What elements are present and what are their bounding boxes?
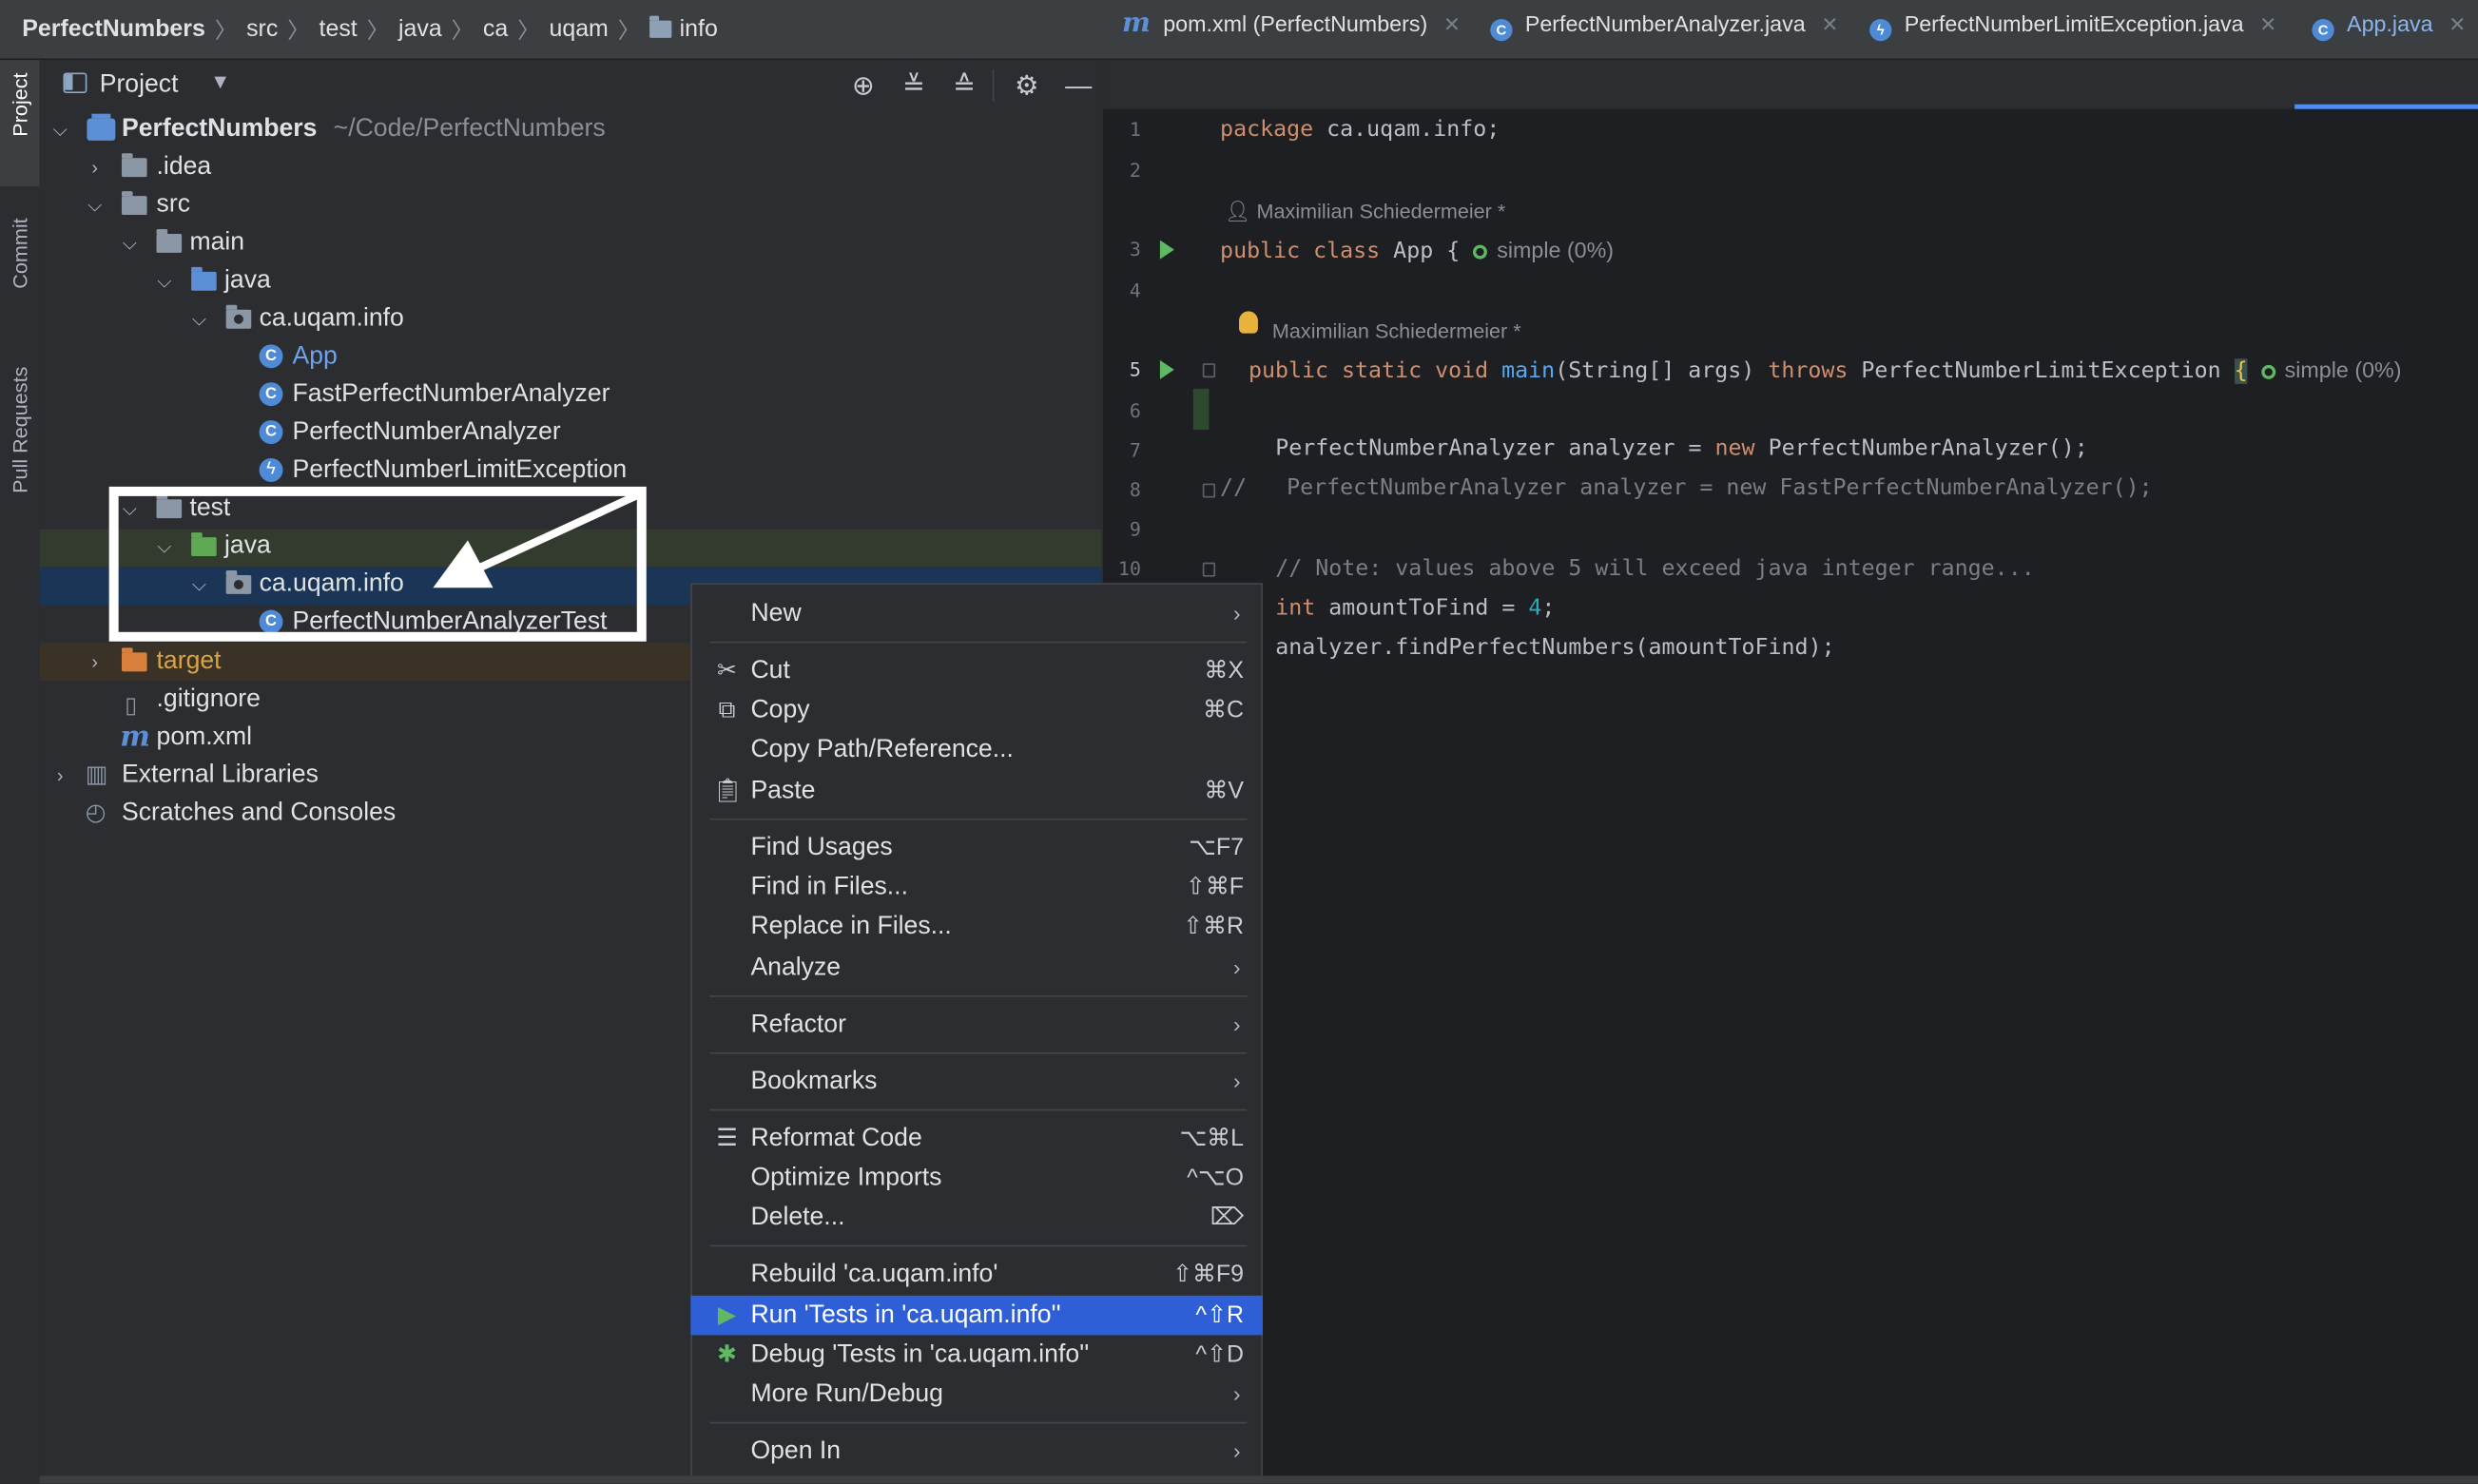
- menu-divider: [709, 1244, 1248, 1247]
- code-line-8: // PerfectNumberAnalyzer analyzer = new …: [1220, 475, 2153, 501]
- chevron-right-icon: ›: [1232, 954, 1241, 980]
- code-line-3: public class App { simple (0%): [1220, 237, 1615, 264]
- menu-divider: [709, 641, 1248, 644]
- bug-icon: ✱: [717, 1341, 737, 1369]
- close-icon[interactable]: ✕: [1821, 12, 1838, 36]
- tab-limit-exception[interactable]: ϟ PerfectNumberLimitException.java ✕: [1869, 0, 2276, 49]
- menu-item-copy[interactable]: ⧉ Copy ⌘C: [690, 690, 1263, 730]
- menu-item-find-usages[interactable]: Find Usages ⌥F7: [690, 828, 1263, 868]
- menu-item-delete[interactable]: Delete... ⌦: [690, 1198, 1263, 1238]
- menu-item-run-tests[interactable]: ▶ Run 'Tests in 'ca.uqam.info'' ^⇧R: [690, 1295, 1263, 1336]
- menu-divider: [709, 1051, 1248, 1054]
- fold-icon[interactable]: [1202, 483, 1216, 498]
- menu-item-reformat-code[interactable]: ☰ Reformat Code ⌥⌘L: [690, 1119, 1263, 1159]
- line-number: 5: [1129, 358, 1141, 381]
- line-number: 7: [1129, 439, 1141, 462]
- author-hint: Maximilian Schiedermeier *: [1271, 318, 1521, 343]
- menu-item-replace-in-files[interactable]: Replace in Files... ⇧⌘R: [690, 907, 1263, 947]
- class-icon: C: [2312, 18, 2334, 42]
- menu-item-analyze[interactable]: Analyze ›: [690, 948, 1263, 988]
- code-line-12: analyzer.findPerfectNumbers(amountToFind…: [1275, 635, 1835, 661]
- active-tab-indicator: [2294, 104, 2478, 109]
- author-hint: 👤︎ Maximilian Schiedermeier *: [1225, 199, 1506, 223]
- coverage-icon: [1473, 244, 1488, 260]
- line-number: 1: [1129, 118, 1141, 141]
- status-edge: [39, 1475, 2478, 1484]
- lightbulb-icon[interactable]: [1239, 311, 1258, 334]
- maven-icon: m: [1122, 8, 1151, 40]
- code-line-11: int amountToFind = 4;: [1275, 595, 1556, 622]
- menu-item-bookmarks[interactable]: Bookmarks ›: [690, 1062, 1263, 1102]
- menu-item-more-run-debug[interactable]: More Run/Debug ›: [690, 1375, 1263, 1415]
- tab-perfect-number-analyzer[interactable]: C PerfectNumberAnalyzer.java ✕: [1490, 0, 1838, 49]
- menu-divider: [709, 1108, 1248, 1111]
- menu-divider: [709, 1421, 1248, 1424]
- exception-icon: ϟ: [1869, 18, 1892, 42]
- menu-item-new[interactable]: New ›: [690, 594, 1263, 634]
- menu-item-rebuild[interactable]: Rebuild 'ca.uqam.info' ⇧⌘F9: [690, 1255, 1263, 1295]
- menu-item-refactor[interactable]: Refactor ›: [690, 1005, 1263, 1045]
- reformat-icon: ☰: [716, 1125, 738, 1152]
- fold-icon[interactable]: [1202, 562, 1216, 577]
- run-icon[interactable]: [1159, 359, 1174, 379]
- line-number: 8: [1129, 478, 1141, 501]
- class-icon: C: [1490, 18, 1513, 42]
- menu-item-debug-tests[interactable]: ✱ Debug 'Tests in 'ca.uqam.info'' ^⇧D: [690, 1335, 1263, 1375]
- chevron-right-icon: ›: [1232, 1437, 1241, 1464]
- line-number: 3: [1129, 238, 1141, 261]
- run-icon[interactable]: [1159, 240, 1174, 260]
- tab-pom-xml[interactable]: m pom.xml (PerfectNumbers) ✕: [1122, 0, 1461, 49]
- menu-divider: [709, 995, 1248, 997]
- tab-app-java[interactable]: C App.java ✕: [2312, 0, 2466, 49]
- clipboard-icon: 📋︎: [712, 777, 744, 804]
- change-marker: [1192, 388, 1210, 431]
- line-number: 4: [1129, 279, 1141, 302]
- editor-tab-bar: [1103, 60, 2478, 111]
- copy-icon: ⧉: [718, 696, 736, 724]
- code-line-7: PerfectNumberAnalyzer analyzer = new Per…: [1275, 435, 2088, 462]
- line-number: 9: [1129, 518, 1141, 541]
- coverage-hint[interactable]: simple (0%): [1473, 237, 1614, 262]
- code-line-10: // Note: values above 5 will exceed java…: [1275, 556, 2035, 582]
- line-number: 10: [1117, 557, 1141, 580]
- menu-item-find-in-files[interactable]: Find in Files... ⇧⌘F: [690, 867, 1263, 907]
- menu-item-copy-path[interactable]: Copy Path/Reference...: [690, 730, 1263, 770]
- user-icon: 👤︎: [1225, 199, 1251, 223]
- close-icon[interactable]: ✕: [2259, 12, 2276, 36]
- chevron-right-icon: ›: [1232, 600, 1241, 626]
- close-icon[interactable]: ✕: [2449, 12, 2466, 36]
- menu-item-optimize-imports[interactable]: Optimize Imports ^⌥O: [690, 1158, 1263, 1198]
- chevron-right-icon: ›: [1232, 1011, 1241, 1037]
- menu-item-cut[interactable]: ✂ Cut ⌘X: [690, 651, 1263, 691]
- code-line-5: public static void main(String[] args) t…: [1248, 357, 2402, 384]
- scissors-icon: ✂: [717, 657, 737, 684]
- menu-divider: [709, 818, 1248, 820]
- coverage-icon: [2260, 364, 2275, 379]
- menu-item-paste[interactable]: 📋︎ Paste ⌘V: [690, 771, 1263, 811]
- code-editor[interactable]: [1103, 110, 2478, 1484]
- fold-icon[interactable]: [1202, 363, 1216, 378]
- line-number: 6: [1129, 399, 1141, 422]
- coverage-hint[interactable]: simple (0%): [2260, 357, 2401, 382]
- chevron-right-icon: ›: [1232, 1380, 1241, 1407]
- line-number: 2: [1129, 159, 1141, 183]
- code-line-1: package ca.uqam.info;: [1220, 116, 1500, 143]
- run-icon: ▶: [717, 1301, 737, 1329]
- chevron-right-icon: ›: [1232, 1068, 1241, 1094]
- close-icon[interactable]: ✕: [1443, 12, 1461, 36]
- menu-item-open-in[interactable]: Open In ›: [690, 1432, 1263, 1472]
